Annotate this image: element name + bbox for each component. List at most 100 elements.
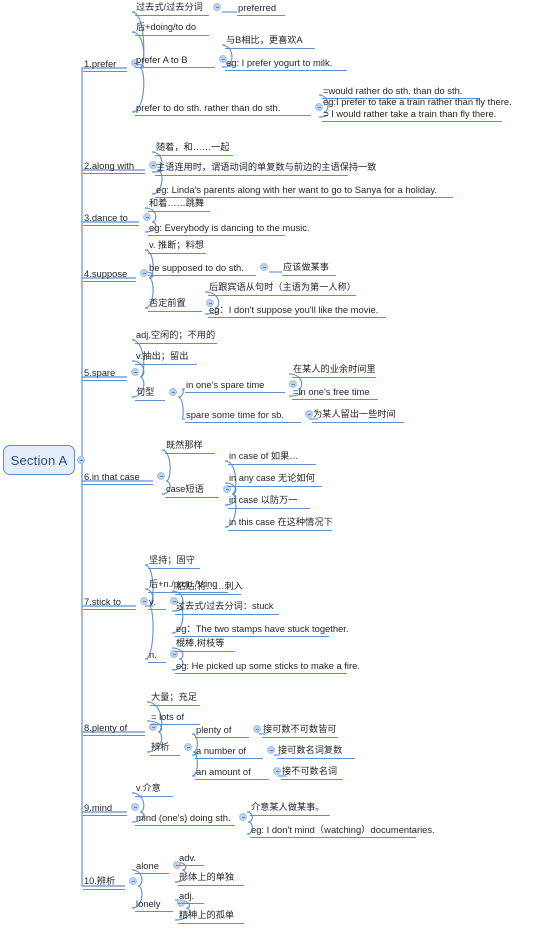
sub-node[interactable]: spare some time for sb.	[185, 409, 301, 423]
collapse-toggle-icon[interactable]	[143, 213, 151, 221]
collapse-toggle-icon[interactable]	[253, 725, 261, 733]
sub-node[interactable]: mind (one's) doing sth.	[135, 812, 235, 826]
sub-node[interactable]: in case of 如果…	[228, 451, 316, 465]
sub-node[interactable]: eg: I don't mind（watching）documentaries.	[250, 824, 435, 838]
sub-node[interactable]: eg:I prefer to take a train rather than …	[322, 96, 512, 122]
sub-node[interactable]: 接可数名词复数	[277, 745, 355, 759]
sub-node[interactable]: 在某人的业余时间里	[292, 364, 376, 378]
collapse-toggle-icon[interactable]	[184, 743, 192, 751]
collapse-toggle-icon[interactable]	[267, 746, 275, 754]
node-label: prefer A to B	[136, 54, 188, 65]
sub-node[interactable]: 介意某人做某事。	[250, 802, 330, 816]
collapse-toggle-icon[interactable]	[131, 368, 139, 376]
sub-node[interactable]: 句型	[135, 387, 165, 401]
sub-node[interactable]: 坚持；固守	[148, 555, 200, 569]
branch-node[interactable]: 6.in that case	[83, 471, 153, 485]
node-label: adj.空闲的；不用的	[136, 330, 216, 340]
sub-node[interactable]: in this case 在这种情况下	[228, 517, 333, 531]
collapse-toggle-icon[interactable]	[169, 388, 177, 396]
sub-node[interactable]: prefer A to B	[135, 54, 215, 68]
sub-node[interactable]: 粘贴,将……刺入	[175, 581, 243, 595]
node-label: 接可数不可数皆可	[263, 724, 337, 734]
sub-node[interactable]: 大量；充足	[150, 692, 200, 706]
node-label: =would rather do sth. than do sth.	[323, 85, 463, 96]
sub-node[interactable]: a number of	[195, 745, 263, 759]
sub-node[interactable]: 辨析	[150, 742, 180, 756]
sub-node[interactable]: case短语	[165, 484, 219, 498]
sub-node[interactable]: adv.	[178, 852, 204, 866]
sub-node[interactable]: 后+doing/to do	[135, 22, 209, 36]
sub-node[interactable]: 形体上的单独	[178, 872, 244, 886]
branch-node[interactable]: 8.plenty of	[83, 722, 145, 736]
sub-node[interactable]: 为某人留出一些时间	[312, 409, 404, 423]
sub-node[interactable]: 棍棒,树枝等	[175, 638, 235, 652]
sub-node[interactable]: 和着……跳舞	[148, 198, 210, 212]
branch-node[interactable]: 5.spare	[83, 367, 127, 381]
sub-node[interactable]: n.	[148, 649, 166, 663]
collapse-toggle-icon[interactable]	[260, 263, 268, 271]
sub-node[interactable]: eg：I don't suppose you'll like the movie…	[208, 304, 386, 318]
sub-node[interactable]: lonely	[135, 898, 173, 912]
mindmap-canvas: Section A 1.prefer 2.along with 3.dance to 4…	[0, 0, 553, 932]
node-label: 过去式/过去分词：stuck	[176, 601, 274, 611]
sub-node[interactable]: be supposed to do sth.	[148, 262, 256, 276]
node-label: 随着，和……一起	[156, 142, 230, 152]
sub-node[interactable]: in any case 无论如何	[228, 473, 322, 487]
sub-node[interactable]: 过去式/过去分词	[135, 2, 209, 16]
sub-node[interactable]: 过去式/过去分词：stuck	[175, 601, 279, 615]
sub-node[interactable]: an amount of	[195, 766, 269, 780]
sub-node[interactable]: 主语连用时，谓语动词的单复数与前边的主语保持一致	[155, 162, 377, 176]
node-label: lonely	[136, 898, 161, 909]
sub-node[interactable]: 后跟宾语从句时（主语为第一人称）	[208, 282, 356, 296]
sub-node[interactable]: eg：The two stamps have stuck together.	[175, 623, 349, 637]
sub-node[interactable]: 随着，和……一起	[155, 142, 233, 156]
sub-node[interactable]: v.介意	[135, 783, 173, 797]
branch-node[interactable]: 9.mind	[83, 802, 127, 816]
sub-node[interactable]: plenty of	[195, 724, 249, 738]
sub-node[interactable]: alone	[135, 860, 169, 874]
node-label: 主语连用时，谓语动词的单复数与前边的主语保持一致	[156, 162, 377, 172]
collapse-toggle-icon[interactable]	[131, 803, 139, 811]
sub-node[interactable]: 否定前置	[148, 298, 202, 312]
sub-node[interactable]: in case 以防万一	[228, 495, 310, 509]
sub-node[interactable]: =in one's free time	[292, 386, 378, 400]
sub-node[interactable]: eg: I prefer yogurt to milk.	[225, 57, 347, 71]
branch-node[interactable]: 7.stick to	[83, 596, 136, 610]
sub-node[interactable]: eg: Linda's parents along with her want …	[155, 184, 453, 198]
sub-node[interactable]: 既然那样	[165, 440, 215, 454]
sub-node[interactable]: 接不可数名词	[281, 766, 343, 780]
sub-node[interactable]: v.	[148, 596, 166, 610]
branch-node[interactable]: 10.辨析	[83, 876, 125, 890]
sub-node[interactable]: in one's spare time	[185, 379, 285, 393]
node-label: alone	[136, 860, 159, 871]
sub-node[interactable]: v. 推断；料想	[148, 240, 206, 254]
sub-node[interactable]: adj.空闲的；不用的	[135, 330, 217, 344]
sub-node[interactable]: 接可数不可数皆可	[262, 724, 338, 738]
root-node[interactable]: Section A	[3, 445, 75, 475]
collapse-toggle-icon[interactable]	[129, 877, 137, 885]
collapse-toggle-icon[interactable]	[239, 813, 247, 821]
sub-node[interactable]: = lots of	[150, 711, 200, 725]
sub-node[interactable]: preferred	[237, 2, 285, 16]
sub-node[interactable]: eg: He picked up some sticks to make a f…	[175, 660, 360, 674]
collapse-toggle-icon[interactable]	[77, 456, 85, 464]
branch-node[interactable]: 4.suppose	[83, 268, 136, 282]
sub-node[interactable]: adj.	[178, 890, 204, 904]
node-label: in case of 如果…	[229, 451, 299, 461]
collapse-toggle-icon[interactable]	[213, 3, 221, 11]
collapse-toggle-icon[interactable]	[273, 767, 281, 775]
sub-node[interactable]: prefer to do sth. rather than do sth.	[135, 102, 311, 116]
collapse-toggle-icon[interactable]	[140, 597, 148, 605]
sub-node[interactable]: 精神上的孤单	[178, 910, 244, 924]
sub-node[interactable]: v.抽出；留出	[135, 351, 197, 365]
sub-node[interactable]: 与B相比，更喜欢A	[225, 35, 315, 49]
collapse-toggle-icon[interactable]	[157, 472, 165, 480]
sub-node[interactable]: 应该做某事	[282, 262, 336, 276]
sub-node[interactable]: eg: Everybody is dancing to the music.	[148, 222, 310, 236]
branch-node[interactable]: 1.prefer	[83, 58, 127, 72]
node-label: case短语	[166, 484, 204, 494]
collapse-toggle-icon[interactable]	[140, 269, 148, 277]
node-label: 介意某人做某事。	[251, 802, 325, 812]
branch-node[interactable]: 2.along with	[83, 160, 145, 174]
branch-node[interactable]: 3.dance to	[83, 212, 139, 226]
